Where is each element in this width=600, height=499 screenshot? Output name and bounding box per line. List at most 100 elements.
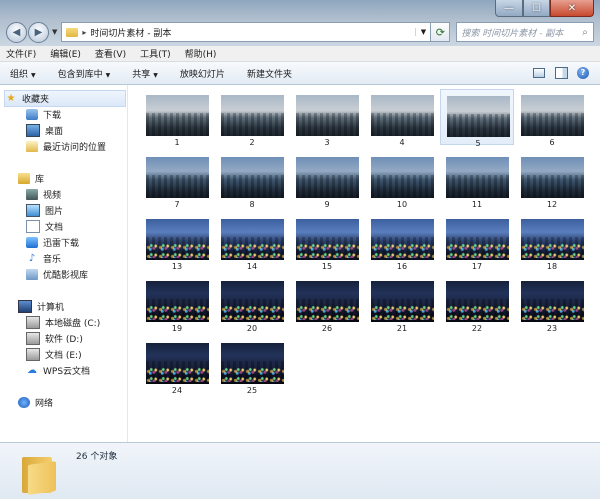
menu-view[interactable]: 查看(V) [95, 47, 126, 60]
menu-edit[interactable]: 编辑(E) [50, 47, 81, 60]
file-name: 3 [324, 138, 330, 147]
sidebar-item-label: 文档 (E:) [45, 351, 82, 361]
file-grid: 1 2 3 4 5 6 7 8 9 10 11 12 13 14 15 16 17 18 19 20 26 21 22 23 2… [128, 85, 600, 442]
file-item[interactable]: 8 [215, 151, 289, 209]
sidebar-item-desktop[interactable]: 桌面 [26, 123, 63, 138]
include-in-library-button[interactable]: 包含到库中 ▼ [54, 67, 115, 80]
sidebar-item-thunder-downloads[interactable]: 迅雷下载 [26, 235, 79, 250]
slideshow-button[interactable]: 放映幻灯片 [176, 67, 229, 80]
image-thumbnail [146, 343, 209, 384]
minimize-button[interactable]: — [495, 0, 523, 17]
sidebar-item-youku[interactable]: 优酷影视库 [26, 267, 88, 282]
file-item[interactable]: 18 [515, 213, 589, 271]
image-thumbnail [446, 219, 509, 260]
file-name: 6 [549, 138, 555, 147]
organize-button[interactable]: 组织 ▼ [6, 67, 40, 80]
computer-icon [18, 300, 32, 313]
command-bar: 组织 ▼ 包含到库中 ▼ 共享 ▼ 放映幻灯片 新建文件夹 ? [0, 62, 600, 85]
image-thumbnail [221, 95, 284, 136]
new-folder-button[interactable]: 新建文件夹 [243, 67, 296, 80]
sidebar-computer[interactable]: 计算机 [18, 299, 64, 314]
menu-file[interactable]: 文件(F) [6, 47, 36, 60]
sidebar-item-video[interactable]: 视频 [26, 187, 61, 202]
image-thumbnail [146, 157, 209, 198]
image-thumbnail [521, 219, 584, 260]
address-bar[interactable]: ▸ 时间切片素材 - 副本 ▼ [61, 22, 432, 42]
file-item[interactable]: 1 [140, 89, 214, 147]
close-icon: ✕ [567, 2, 577, 14]
file-item[interactable]: 19 [140, 275, 214, 333]
image-thumbnail [371, 157, 434, 198]
image-thumbnail [146, 219, 209, 260]
file-item[interactable]: 21 [365, 275, 439, 333]
file-item[interactable]: 7 [140, 151, 214, 209]
file-item[interactable]: 5 [440, 89, 514, 148]
downloads-icon [26, 109, 38, 120]
sidebar-item-drive-c[interactable]: 本地磁盘 (C:) [26, 315, 100, 330]
sidebar-item-documents[interactable]: 文档 [26, 219, 63, 234]
back-button[interactable]: ◀ [6, 21, 27, 43]
image-thumbnail [446, 281, 509, 322]
sidebar-favorites[interactable]: ★ 收藏夹 [4, 90, 126, 107]
maximize-button[interactable]: ☐ [523, 0, 550, 17]
close-button[interactable]: ✕ [550, 0, 594, 17]
image-thumbnail [446, 157, 509, 198]
star-icon: ★ [6, 93, 16, 104]
forward-button[interactable]: ▶ [28, 21, 49, 43]
sidebar-item-label: WPS云文档 [43, 367, 91, 377]
breadcrumb-current-folder[interactable]: 时间切片素材 - 副本 [90, 26, 415, 39]
file-item[interactable]: 14 [215, 213, 289, 271]
menu-bar: 文件(F) 编辑(E) 查看(V) 工具(T) 帮助(H) [0, 46, 600, 62]
back-arrow-icon: ◀ [12, 26, 21, 38]
search-box[interactable]: 搜索 时间切片素材 - 副本 ⌕ [456, 22, 594, 42]
file-item[interactable]: 15 [290, 213, 364, 271]
file-item[interactable]: 24 [140, 337, 214, 395]
file-name: 26 [321, 324, 333, 333]
breadcrumb-separator-icon[interactable]: ▸ [82, 28, 86, 37]
sidebar-network[interactable]: 网络 [18, 395, 53, 410]
sidebar-item-wps-cloud[interactable]: ☁ WPS云文档 [26, 363, 90, 378]
sidebar-item-drive-d[interactable]: 软件 (D:) [26, 331, 83, 346]
refresh-button[interactable]: ⟳ [431, 22, 451, 42]
sidebar-item-downloads[interactable]: 下载 [26, 107, 61, 122]
sidebar-item-recent-places[interactable]: 最近访问的位置 [26, 139, 106, 154]
menu-tools[interactable]: 工具(T) [140, 47, 171, 60]
share-button[interactable]: 共享 ▼ [128, 67, 162, 80]
file-item[interactable]: 23 [515, 275, 589, 333]
file-item[interactable]: 6 [515, 89, 589, 147]
recent-pages-dropdown[interactable]: ▼ [52, 28, 57, 36]
file-item[interactable]: 4 [365, 89, 439, 147]
help-button[interactable]: ? [574, 65, 592, 80]
item-count: 26 个对象 [76, 452, 118, 462]
file-item[interactable]: 11 [440, 151, 514, 209]
file-item[interactable]: 9 [290, 151, 364, 209]
sidebar-item-label: 图片 [45, 207, 64, 217]
file-item[interactable]: 3 [290, 89, 364, 147]
sidebar-libraries[interactable]: 库 [18, 171, 44, 186]
sidebar-item-pictures[interactable]: 图片 [26, 203, 63, 218]
sidebar-item-drive-e[interactable]: 文档 (E:) [26, 347, 82, 362]
file-item[interactable]: 25 [215, 337, 289, 395]
file-item[interactable]: 16 [365, 213, 439, 271]
network-icon [18, 397, 30, 408]
change-view-button[interactable] [530, 65, 548, 80]
folder-icon [22, 453, 56, 495]
preview-pane-button[interactable] [552, 65, 570, 80]
file-item[interactable]: 10 [365, 151, 439, 209]
search-icon[interactable]: ⌕ [577, 27, 593, 38]
file-item[interactable]: 22 [440, 275, 514, 333]
file-item[interactable]: 20 [215, 275, 289, 333]
file-item[interactable]: 17 [440, 213, 514, 271]
file-item[interactable]: 13 [140, 213, 214, 271]
sidebar-item-label: 库 [35, 175, 45, 185]
forward-arrow-icon: ▶ [34, 26, 43, 38]
sidebar-item-music[interactable]: ♪ 音乐 [26, 251, 61, 266]
address-dropdown-icon[interactable]: ▼ [415, 28, 430, 36]
file-item[interactable]: 26 [290, 275, 364, 333]
menu-help[interactable]: 帮助(H) [185, 47, 217, 60]
file-item[interactable]: 2 [215, 89, 289, 147]
file-name: 15 [321, 262, 333, 271]
file-item[interactable]: 12 [515, 151, 589, 209]
search-input[interactable]: 搜索 时间切片素材 - 副本 [457, 26, 577, 39]
maximize-icon: ☐ [532, 2, 541, 14]
